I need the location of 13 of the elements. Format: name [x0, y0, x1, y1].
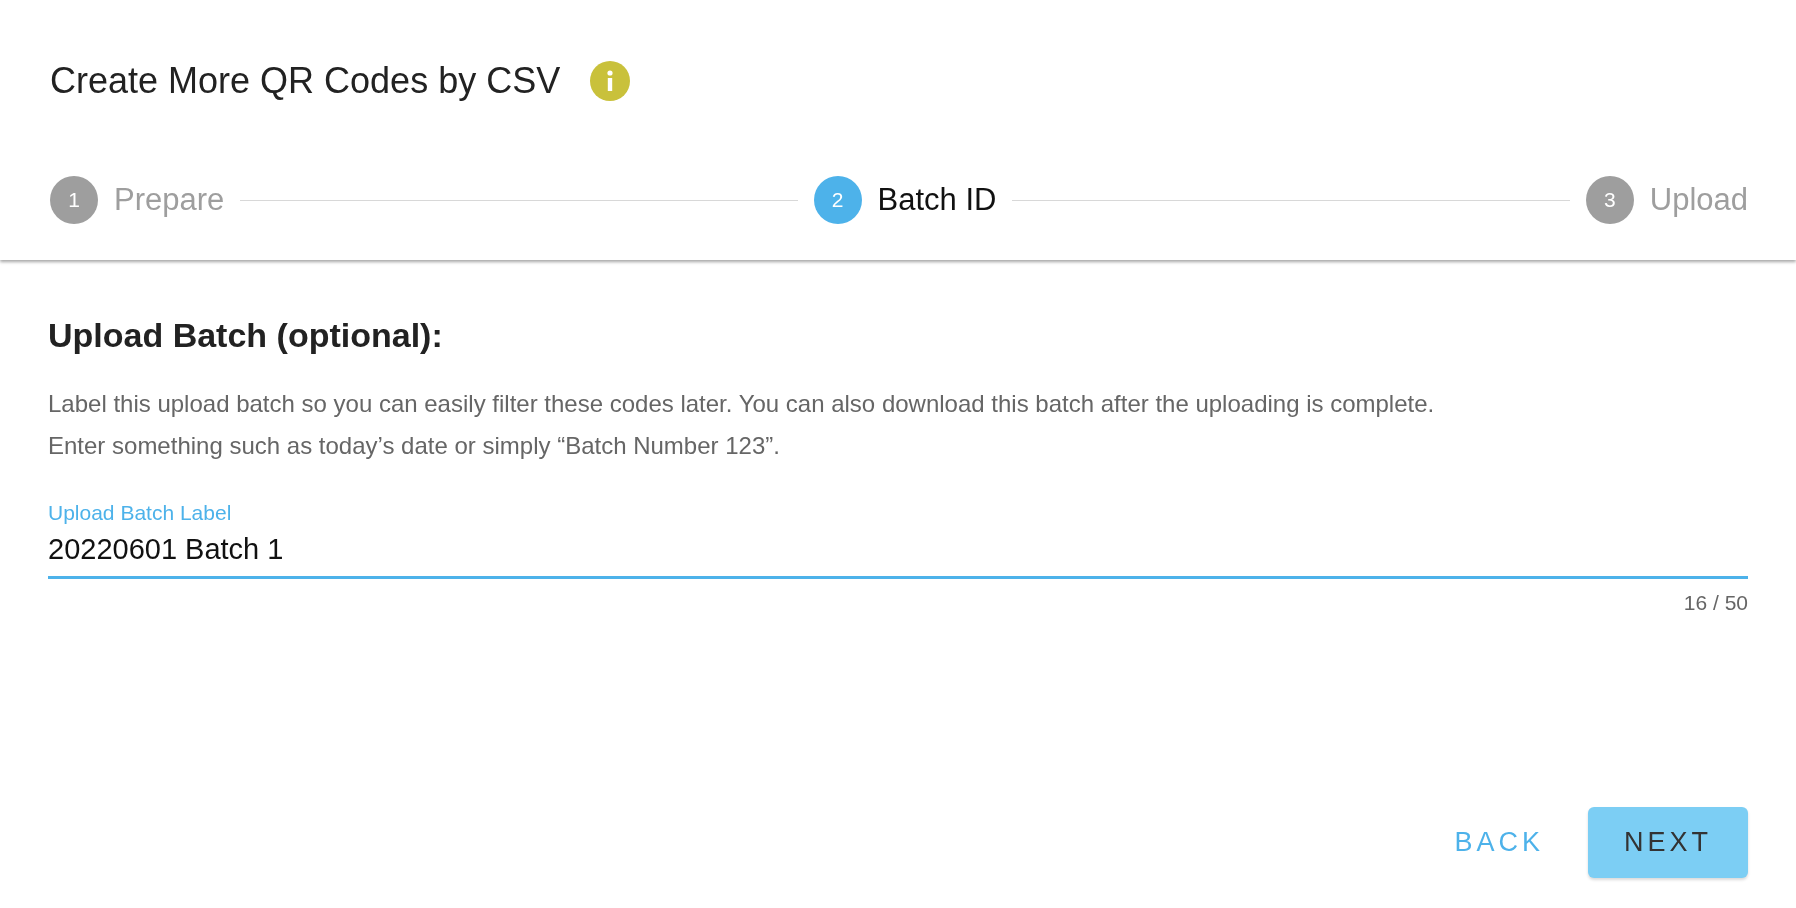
step-number: 2 — [813, 176, 862, 224]
section-description: Label this upload batch so you can easily filter these codes later. You can also download this batch after the uploading is complete. Enter something such as today’s date or simply “Batch Number 123”. — [48, 389, 1436, 461]
character-counter: 16 / 50 — [1683, 591, 1748, 615]
dialog-title: Create More QR Codes by CSV — [50, 60, 561, 102]
step-label: Batch ID — [877, 182, 997, 218]
info-icon[interactable] — [590, 61, 631, 101]
step-number: 3 — [1585, 176, 1634, 224]
step-number: 1 — [50, 176, 98, 224]
section-heading: Upload Batch (optional): — [48, 316, 444, 355]
field-label: Upload Batch Label — [48, 501, 233, 525]
step-label: Prepare — [114, 182, 225, 218]
step-label: Upload — [1649, 182, 1748, 218]
next-button[interactable]: NEXT — [1588, 807, 1748, 878]
